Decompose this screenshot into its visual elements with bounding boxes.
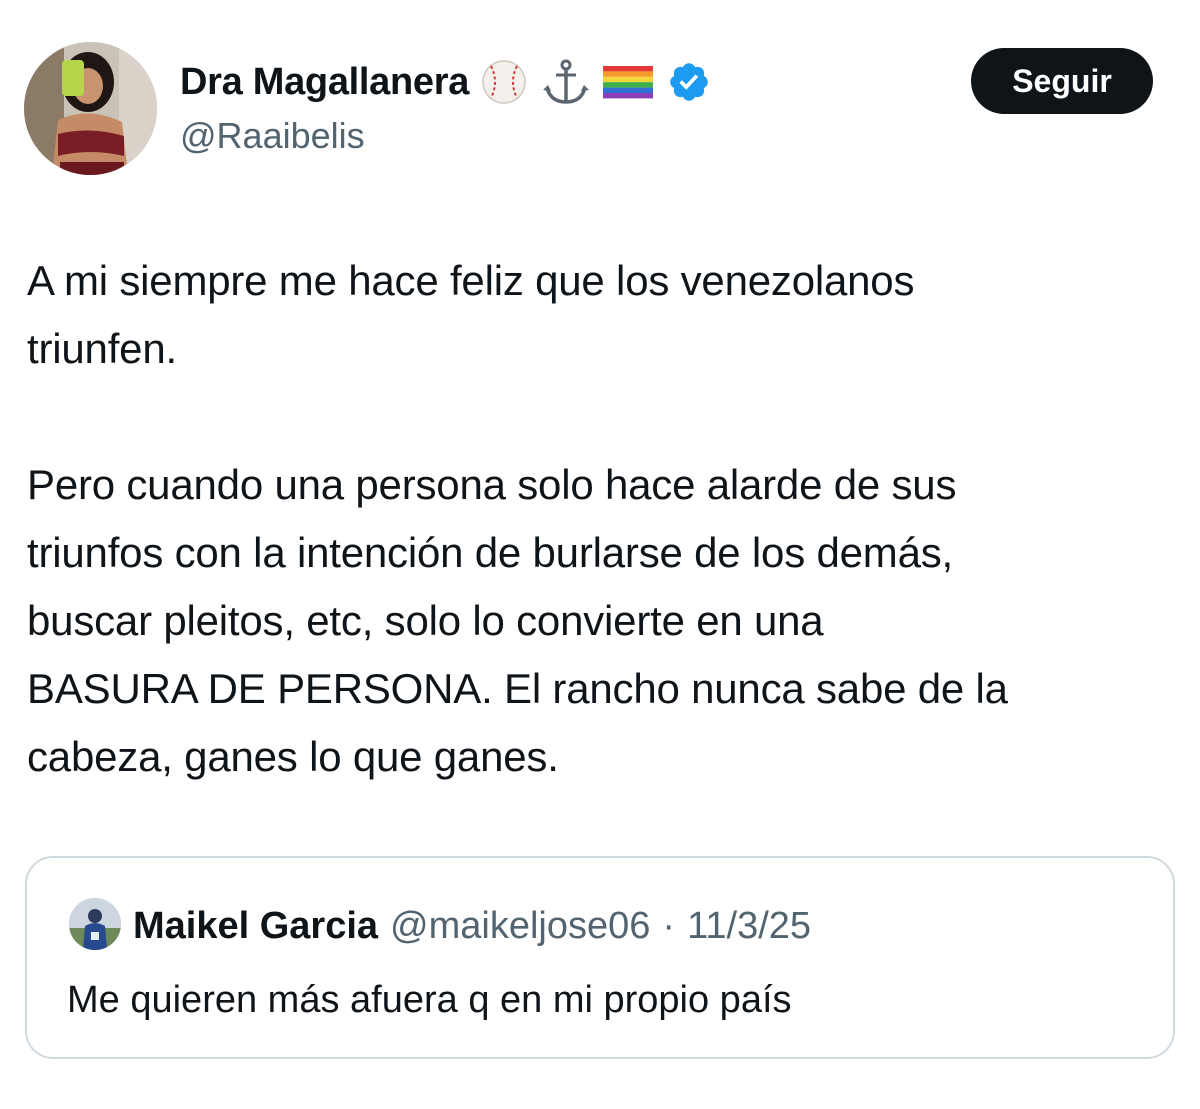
quoted-date[interactable]: 11/3/25 — [687, 902, 811, 950]
author-name-row: Dra Magallanera — [180, 56, 711, 108]
quoted-author-avatar-image — [69, 898, 121, 950]
rainbow-flag-icon — [601, 58, 655, 106]
author-avatar-image — [24, 42, 157, 175]
author-handle[interactable]: @Raaibelis — [180, 116, 365, 156]
tweet-card: Dra Magallanera @Raaibelis Seguir A mi s… — [0, 0, 1200, 1109]
quoted-tweet[interactable]: Maikel Garcia @maikeljose06 · 11/3/25 Me… — [25, 856, 1175, 1059]
quoted-tweet-header: Maikel Garcia @maikeljose06 · 11/3/25 — [133, 902, 811, 950]
quoted-separator: · — [662, 905, 676, 947]
tweet-paragraph: Pero cuando una persona solo hace alarde… — [27, 461, 1008, 780]
quoted-author-handle[interactable]: @maikeljose06 — [390, 902, 650, 950]
baseball-icon — [477, 58, 531, 106]
author-avatar[interactable] — [24, 42, 157, 175]
quoted-author-name[interactable]: Maikel Garcia — [133, 902, 378, 950]
tweet-paragraph: A mi siempre me hace feliz que los venez… — [27, 257, 915, 372]
anchor-icon — [539, 58, 593, 106]
tweet-text: A mi siempre me hace feliz que los venez… — [27, 247, 1177, 791]
author-display-name[interactable]: Dra Magallanera — [180, 63, 469, 101]
follow-button[interactable]: Seguir — [971, 48, 1153, 114]
quoted-tweet-text: Me quieren más afuera q en mi propio paí… — [67, 979, 792, 1021]
quoted-author-avatar[interactable] — [69, 898, 121, 950]
verified-badge-icon[interactable] — [667, 60, 711, 104]
